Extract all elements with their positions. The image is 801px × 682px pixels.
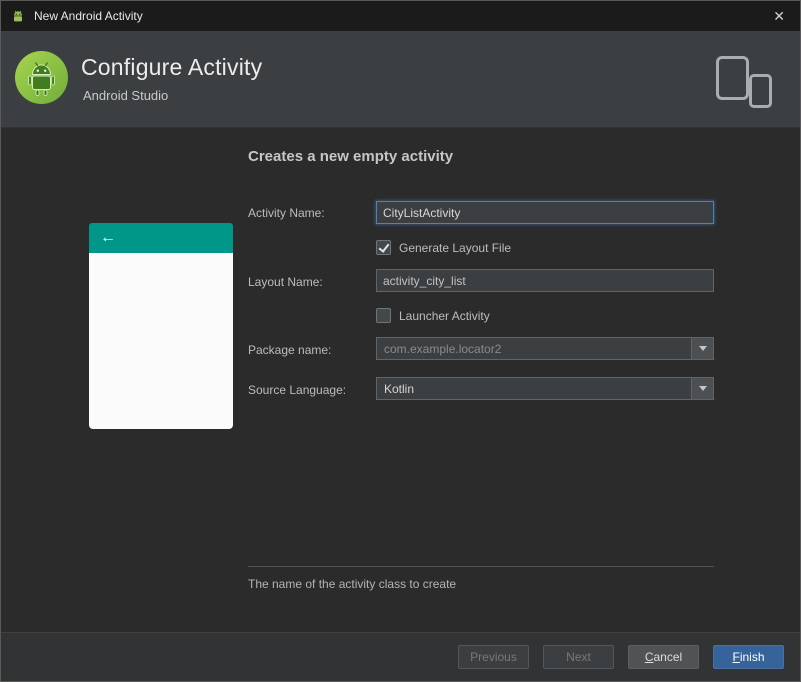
finish-button[interactable]: Finish — [713, 645, 784, 669]
source-language-label: Source Language: — [248, 383, 347, 397]
launcher-activity-row[interactable]: Launcher Activity — [376, 308, 490, 323]
activity-preview: ← — [89, 223, 233, 429]
triangle-icon — [698, 346, 707, 351]
preview-content — [89, 253, 233, 429]
cancel-button[interactable]: Cancel — [628, 645, 699, 669]
chevron-down-icon[interactable] — [691, 378, 713, 399]
devices-icon — [716, 56, 774, 108]
activity-name-input[interactable] — [376, 201, 714, 224]
previous-button: Previous — [458, 645, 529, 669]
generate-layout-label[interactable]: Generate Layout File — [399, 241, 511, 255]
divider — [248, 566, 714, 567]
wizard-subtitle: Android Studio — [83, 88, 169, 103]
source-language-dropdown[interactable]: Kotlin — [376, 377, 714, 400]
wizard-title: Configure Activity — [81, 54, 263, 80]
chevron-down-icon[interactable] — [691, 338, 713, 359]
back-arrow-icon: ← — [100, 229, 116, 246]
finish-mnemonic: F — [732, 650, 740, 664]
cancel-label-rest: ancel — [653, 650, 683, 664]
generate-layout-row[interactable]: Generate Layout File — [376, 240, 511, 255]
section-heading: Creates a new empty activity — [248, 148, 454, 165]
triangle-icon — [698, 386, 707, 391]
package-name-value: com.example.locator2 — [384, 341, 502, 356]
activity-name-label: Activity Name: — [248, 206, 325, 220]
button-bar: Previous Next Cancel Finish — [1, 632, 800, 681]
tablet-icon — [716, 56, 749, 100]
package-name-combo[interactable]: com.example.locator2 — [376, 337, 714, 360]
finish-label-rest: inish — [739, 650, 765, 664]
launcher-activity-checkbox[interactable] — [376, 308, 391, 323]
android-icon — [10, 8, 26, 24]
wizard-body: Creates a new empty activity ← Activity … — [1, 128, 800, 632]
new-android-activity-dialog: New Android Activity ✕ Configure Activit… — [0, 0, 801, 682]
window-title: New Android Activity — [34, 9, 143, 23]
header-text: Configure Activity Android Studio — [81, 54, 262, 103]
generate-layout-checkbox[interactable] — [376, 240, 391, 255]
android-studio-logo-icon — [14, 50, 69, 105]
source-language-value: Kotlin — [384, 381, 415, 396]
layout-name-label: Layout Name: — [248, 275, 323, 289]
preview-appbar: ← — [89, 223, 233, 253]
layout-name-input[interactable] — [376, 269, 714, 292]
launcher-activity-label[interactable]: Launcher Activity — [399, 309, 490, 323]
wizard-header: Configure Activity Android Studio — [1, 31, 800, 128]
next-button: Next — [543, 645, 614, 669]
phone-icon — [749, 74, 772, 108]
close-icon[interactable]: ✕ — [770, 1, 788, 31]
title-bar: New Android Activity ✕ — [1, 1, 800, 31]
field-hint: The name of the activity class to create — [248, 577, 457, 591]
package-name-label: Package name: — [248, 343, 332, 357]
